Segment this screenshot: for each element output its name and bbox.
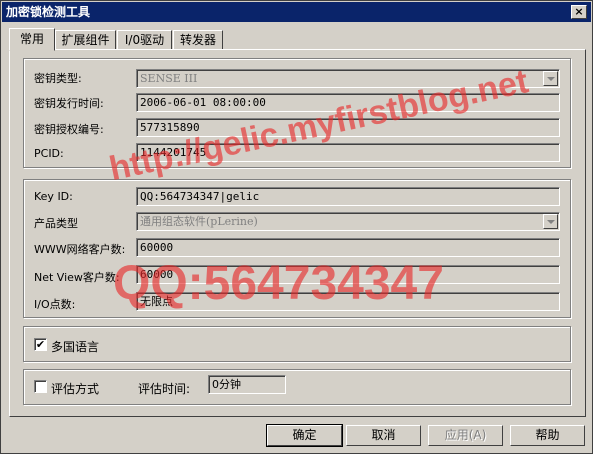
pcid-label: PCID: — [34, 147, 64, 160]
eval-time-field[interactable]: 0分钟 — [208, 375, 286, 394]
auth-no-label: 密钥授权编号: — [34, 123, 104, 136]
auth-no-field[interactable]: 577315890 — [136, 118, 560, 137]
tab-extensions[interactable]: 扩展组件 — [55, 30, 116, 50]
multilang-checkbox[interactable]: ✔ — [34, 338, 47, 351]
io-points-field[interactable]: 无限点 — [136, 292, 560, 311]
apply-button[interactable]: 应用(A) — [428, 425, 503, 446]
chevron-down-icon[interactable] — [543, 71, 558, 86]
netview-clients-label: Net View客户数: — [34, 271, 120, 284]
tab-common[interactable]: 常用 — [9, 28, 55, 51]
product-type-value: 通用组态软件(pLerine) — [140, 215, 258, 228]
io-points-label: I/O点数: — [34, 298, 76, 311]
tab-forwarder[interactable]: 转发器 — [173, 30, 223, 50]
title-bar: 加密锁检测工具 × — [2, 2, 591, 22]
dialog-window: 加密锁检测工具 × 常用 扩展组件 I/0驱动 转发器 密钥类型: SENSE … — [0, 0, 593, 454]
window-title: 加密锁检测工具 — [6, 5, 91, 19]
cancel-button[interactable]: 取消 — [346, 425, 421, 446]
product-type-select[interactable]: 通用组态软件(pLerine) — [136, 212, 560, 231]
pcid-field[interactable]: 1144201745 — [136, 143, 560, 162]
chevron-down-icon[interactable] — [543, 214, 558, 229]
multilang-label: 多国语言 — [51, 340, 100, 354]
issue-time-label: 密钥发行时间: — [34, 97, 104, 110]
issue-time-field[interactable]: 2006-06-01 08:00:00 — [136, 93, 560, 112]
www-clients-label: WWW网络客户数: — [34, 243, 126, 256]
key-type-value: SENSE III — [140, 72, 198, 85]
key-type-select[interactable]: SENSE III — [136, 69, 560, 88]
evaluation-group — [23, 369, 571, 405]
eval-label: 评估方式 — [51, 382, 100, 396]
product-type-label: 产品类型 — [34, 217, 78, 230]
ok-button[interactable]: 确定 — [266, 424, 343, 447]
www-clients-field[interactable]: 60000 — [136, 238, 560, 257]
key-id-field[interactable]: QQ:564734347|gelic — [136, 187, 560, 206]
help-button[interactable]: 帮助 — [510, 425, 585, 446]
eval-time-label: 评估时间: — [138, 382, 191, 396]
language-group — [23, 326, 571, 362]
netview-clients-field[interactable]: 60000 — [136, 265, 560, 284]
key-id-label: Key ID: — [34, 190, 73, 203]
key-type-label: 密钥类型: — [34, 72, 82, 85]
tab-io-driver[interactable]: I/0驱动 — [117, 30, 172, 50]
eval-checkbox[interactable] — [34, 380, 47, 393]
close-icon[interactable]: × — [571, 5, 587, 19]
